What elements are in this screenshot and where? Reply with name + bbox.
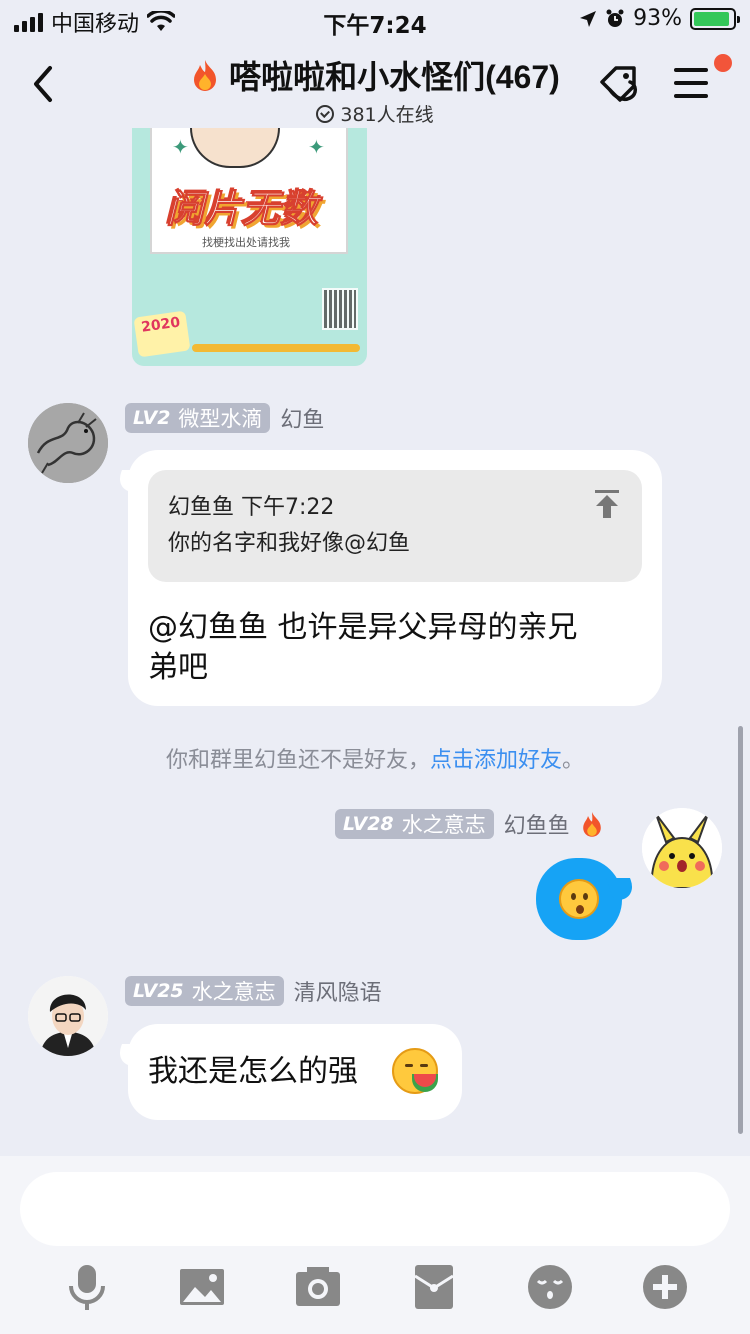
avatar[interactable] — [28, 403, 108, 483]
status-right: 93% — [579, 6, 740, 31]
poster-image[interactable]: ✦ ✦ 阅片无数 找梗找出处请找我 2020 — [132, 128, 367, 366]
scrollbar-thumb[interactable] — [738, 726, 743, 1134]
plus-icon[interactable] — [640, 1262, 690, 1312]
red-packet-icon[interactable] — [409, 1262, 459, 1312]
online-icon — [316, 104, 335, 123]
microphone-icon[interactable] — [62, 1262, 112, 1312]
star-icon: ✦ — [172, 135, 189, 159]
level-badge: LV25 水之意志 — [125, 976, 284, 1006]
hushed-face-emoji — [559, 879, 599, 919]
poster-caption: 找梗找出处请找我 — [202, 236, 290, 249]
message-text: 我还是怎么的强 — [148, 1052, 358, 1092]
add-friend-link[interactable]: 点击添加好友 — [430, 748, 562, 773]
level-badge: LV28 水之意志 — [335, 809, 494, 839]
battery-icon — [690, 7, 740, 30]
user-avatar-image — [28, 976, 108, 1056]
watermelon-face-emoji — [392, 1048, 438, 1094]
online-count: 381人在线 — [340, 104, 434, 126]
message-bubble[interactable]: 我还是怎么的强 — [128, 1024, 462, 1120]
group-title-text: 嗒啦啦和小水怪们(467) — [229, 59, 560, 95]
wifi-icon — [147, 11, 176, 31]
input-toolbar — [0, 1262, 750, 1322]
pikachu-avatar-image — [642, 808, 722, 888]
jump-to-quote-icon[interactable] — [594, 490, 620, 518]
quoted-message[interactable]: 幻鱼鱼 下午7:22 你的名字和我好像@幻鱼 — [148, 470, 642, 582]
level-number: LV25 — [133, 980, 184, 1002]
level-number: LV28 — [343, 813, 394, 835]
emoji-icon[interactable] — [525, 1262, 575, 1312]
avatar[interactable] — [28, 976, 108, 1056]
system-message-suffix: 。 — [562, 748, 585, 773]
level-title: 水之意志 — [401, 813, 486, 837]
sender-name[interactable]: 幻鱼鱼 — [504, 808, 570, 840]
status-bar: 中国移动 下午7:24 93% — [0, 0, 750, 40]
poster-bar — [192, 344, 360, 352]
level-badge: LV2 微型水滴 — [125, 403, 271, 433]
message-input[interactable] — [20, 1172, 730, 1246]
system-message: 你和群里幻鱼还不是好友，点击添加好友。 — [0, 742, 750, 774]
quote-text: 你的名字和我好像@幻鱼 — [168, 531, 411, 556]
system-message-prefix: 你和群里幻鱼还不是好友， — [165, 748, 430, 773]
menu-icon[interactable] — [674, 68, 714, 102]
avatar[interactable] — [642, 808, 722, 888]
message-text-content: 我还是怎么的强 — [148, 1054, 358, 1089]
battery-percent: 93% — [633, 6, 682, 31]
battery-fill — [694, 11, 730, 26]
message-bubble-self[interactable] — [536, 858, 622, 940]
location-icon — [580, 10, 597, 27]
composer — [0, 1156, 750, 1334]
sender-name[interactable]: 幻鱼 — [280, 402, 324, 434]
sender-name[interactable]: 清风隐语 — [294, 975, 382, 1007]
carrier-label: 中国移动 — [51, 12, 140, 37]
camera-icon[interactable] — [293, 1262, 343, 1312]
notification-dot — [714, 54, 732, 72]
quote-author-time: 幻鱼鱼 下午7:22 — [168, 495, 335, 520]
fire-icon — [582, 812, 601, 837]
level-number: LV2 — [133, 407, 171, 429]
tag-icon[interactable] — [596, 62, 644, 110]
level-title: 微型水滴 — [178, 407, 263, 431]
message-text-line: 弟吧 — [148, 650, 208, 685]
message-bubble[interactable]: 幻鱼鱼 下午7:22 你的名字和我好像@幻鱼 @幻鱼鱼 也许是异父异母的亲兄 弟… — [128, 450, 662, 706]
sender-meta: LV25 水之意志 清风隐语 — [125, 975, 382, 1007]
message-list[interactable]: ✦ ✦ 阅片无数 找梗找出处请找我 2020 LV2 微型水滴 幻鱼 幻鱼鱼 下午… — [0, 128, 750, 1156]
sender-meta: LV28 水之意志 幻鱼鱼 — [335, 808, 604, 840]
poster-headline: 阅片无数 — [165, 186, 319, 232]
level-title: 水之意志 — [191, 980, 276, 1004]
star-icon: ✦ — [308, 135, 325, 159]
image-icon[interactable] — [177, 1262, 227, 1312]
poster-badge: 2020 — [133, 310, 191, 358]
signal-icon — [14, 12, 43, 32]
message-text: @幻鱼鱼 也许是异父异母的亲兄 弟吧 — [148, 608, 578, 688]
dragon-avatar-image — [28, 403, 108, 483]
qr-code-image — [322, 288, 358, 330]
sender-meta: LV2 微型水滴 幻鱼 — [125, 402, 324, 434]
status-left: 中国移动 — [14, 6, 176, 38]
fire-icon — [194, 60, 217, 91]
alarm-icon — [606, 9, 624, 27]
message-text-line: @幻鱼鱼 也许是异父异母的亲兄 — [148, 610, 578, 645]
chat-header: 嗒啦啦和小水怪们(467) 381人在线 — [0, 40, 750, 128]
